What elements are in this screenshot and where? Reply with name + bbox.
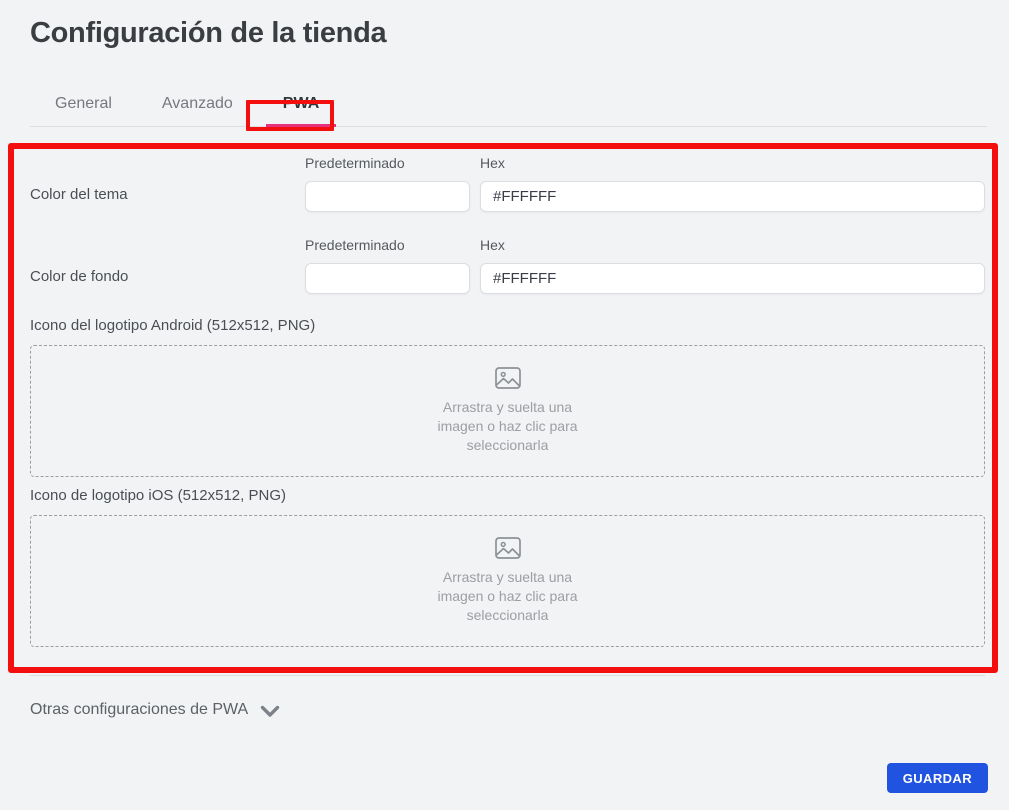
other-pwa-settings-toggle[interactable]: Otras configuraciones de PWA [30,701,1009,719]
theme-color-row: Color del tema Predeterminado Hex [30,155,1009,212]
ios-dropzone-text: Arrastra y suelta una imagen o haz clic … [419,568,597,625]
other-pwa-settings-label: Otras configuraciones de PWA [30,701,248,719]
theme-color-default-field: Predeterminado [305,155,480,212]
android-dropzone-text: Arrastra y suelta una imagen o haz clic … [419,398,597,455]
image-placeholder-icon [495,367,521,389]
background-color-label: Color de fondo [30,237,305,294]
ios-icon-label: Icono de logotipo iOS (512x512, PNG) [30,487,1009,504]
section-divider [30,675,985,676]
theme-color-hex-field: Hex [480,155,985,212]
tab-pwa[interactable]: PWA [258,88,344,126]
image-placeholder-icon [495,537,521,559]
save-button[interactable]: GUARDAR [887,763,988,793]
theme-color-label: Color del tema [30,155,305,212]
theme-color-default-label: Predeterminado [305,155,480,172]
background-color-hex-label: Hex [480,237,985,254]
theme-color-hex-input[interactable] [480,181,985,212]
tab-bar: General Avanzado PWA [30,88,987,127]
ios-icon-dropzone[interactable]: Arrastra y suelta una imagen o haz clic … [30,515,985,647]
chevron-down-icon [260,703,280,718]
background-color-hex-input[interactable] [480,263,985,294]
page-title: Configuración de la tienda [30,13,1009,53]
save-button-row: GUARDAR [0,763,988,793]
android-icon-label: Icono del logotipo Android (512x512, PNG… [30,317,1009,334]
background-color-default-input[interactable] [305,263,470,294]
theme-color-default-input[interactable] [305,181,470,212]
background-color-row: Color de fondo Predeterminado Hex [30,237,1009,294]
store-settings-page: Configuración de la tienda General Avanz… [0,13,1009,810]
theme-color-hex-label: Hex [480,155,985,172]
tab-avanzado[interactable]: Avanzado [137,88,258,126]
background-color-default-label: Predeterminado [305,237,480,254]
background-color-default-field: Predeterminado [305,237,480,294]
android-icon-dropzone[interactable]: Arrastra y suelta una imagen o haz clic … [30,345,985,477]
tab-general[interactable]: General [30,88,137,126]
background-color-hex-field: Hex [480,237,985,294]
